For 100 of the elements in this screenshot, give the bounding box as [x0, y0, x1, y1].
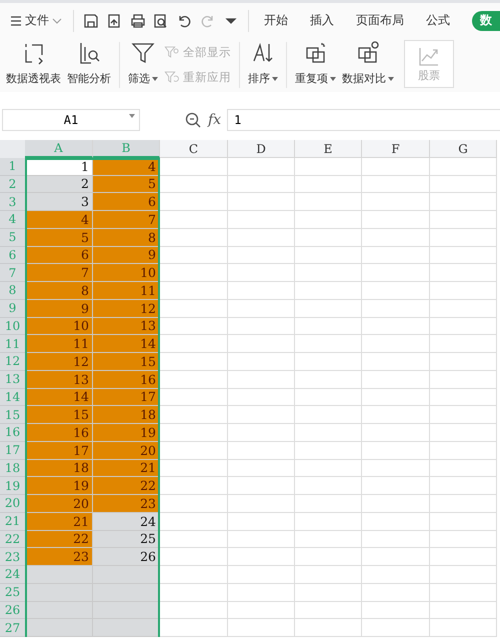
empty-cell[interactable]	[430, 370, 497, 388]
empty-cell[interactable]	[362, 442, 430, 460]
empty-cell[interactable]	[295, 512, 362, 530]
empty-cell[interactable]	[362, 584, 430, 602]
empty-cell[interactable]	[295, 193, 362, 211]
empty-cell[interactable]	[228, 388, 295, 406]
empty-cell[interactable]	[228, 530, 295, 548]
table-cell[interactable]: 21	[93, 460, 160, 478]
empty-cell[interactable]	[362, 193, 430, 211]
empty-cell[interactable]	[430, 264, 497, 282]
empty-cell[interactable]	[295, 211, 362, 229]
empty-cell[interactable]	[430, 318, 497, 336]
empty-cell[interactable]	[295, 370, 362, 388]
table-cell[interactable]: 23	[93, 495, 160, 513]
empty-cell[interactable]	[430, 193, 497, 211]
empty-cell[interactable]	[362, 566, 430, 584]
empty-cell[interactable]	[295, 477, 362, 495]
table-cell[interactable]: 12	[93, 300, 160, 318]
table-cell[interactable]: 13	[25, 370, 93, 388]
empty-cell[interactable]	[295, 406, 362, 424]
table-cell[interactable]: 11	[93, 282, 160, 300]
empty-cell[interactable]	[228, 282, 295, 300]
table-cell[interactable]: 16	[25, 424, 93, 442]
empty-cell[interactable]	[295, 424, 362, 442]
table-cell[interactable]: 17	[25, 442, 93, 460]
table-cell[interactable]: 23	[25, 548, 93, 566]
table-cell[interactable]: 8	[93, 228, 160, 246]
empty-cell[interactable]	[430, 406, 497, 424]
table-cell[interactable]: 22	[93, 477, 160, 495]
zoom-out-icon[interactable]	[184, 111, 202, 129]
empty-cell[interactable]	[362, 282, 430, 300]
table-cell[interactable]: 17	[93, 388, 160, 406]
empty-cell[interactable]	[430, 176, 497, 194]
empty-cell[interactable]	[228, 246, 295, 264]
empty-cell[interactable]	[228, 619, 295, 637]
empty-cell[interactable]	[295, 388, 362, 406]
empty-cell[interactable]	[295, 300, 362, 318]
empty-cell[interactable]	[295, 460, 362, 478]
table-cell[interactable]: 12	[25, 353, 93, 371]
ribbon-tab[interactable]: 公式	[426, 10, 450, 30]
table-cell[interactable]: 6	[25, 246, 93, 264]
empty-cell[interactable]	[430, 388, 497, 406]
ribbon-tab[interactable]: 开始	[264, 10, 288, 30]
empty-cell[interactable]	[430, 228, 497, 246]
empty-cell[interactable]	[295, 353, 362, 371]
empty-cell[interactable]	[430, 300, 497, 318]
empty-cell[interactable]	[295, 176, 362, 194]
empty-cell[interactable]	[430, 424, 497, 442]
empty-cell[interactable]	[430, 530, 497, 548]
table-cell[interactable]: 5	[93, 176, 160, 194]
empty-cell[interactable]	[430, 335, 497, 353]
empty-cell[interactable]	[430, 548, 497, 566]
column-header[interactable]: E	[295, 140, 362, 158]
table-cell[interactable]: 4	[25, 211, 93, 229]
table-cell[interactable]: 18	[25, 460, 93, 478]
ribbon-button[interactable]: 筛选	[126, 38, 160, 92]
table-cell[interactable]: 24	[93, 512, 160, 530]
empty-cell[interactable]	[362, 424, 430, 442]
table-cell[interactable]: 7	[25, 264, 93, 282]
column-header[interactable]: G	[430, 140, 497, 158]
empty-cell[interactable]	[295, 282, 362, 300]
function-button[interactable]: fx	[208, 112, 222, 128]
table-cell[interactable]: 15	[93, 353, 160, 371]
table-cell[interactable]: 7	[93, 211, 160, 229]
table-cell[interactable]: 13	[93, 318, 160, 336]
column-header[interactable]: F	[362, 140, 430, 158]
empty-cell[interactable]	[295, 228, 362, 246]
table-cell[interactable]: 16	[93, 370, 160, 388]
table-cell[interactable]: 14	[93, 335, 160, 353]
table-cell[interactable]: 18	[93, 406, 160, 424]
empty-cell[interactable]	[295, 158, 362, 176]
empty-cell[interactable]	[295, 602, 362, 620]
empty-cell[interactable]	[295, 619, 362, 637]
empty-cell[interactable]	[228, 193, 295, 211]
empty-cell[interactable]	[295, 246, 362, 264]
empty-cell[interactable]	[295, 548, 362, 566]
table-cell[interactable]: 20	[25, 495, 93, 513]
ribbon-tab[interactable]: 插入	[310, 10, 334, 30]
table-cell[interactable]: 19	[25, 477, 93, 495]
table-cell[interactable]: 21	[25, 512, 93, 530]
empty-cell[interactable]	[228, 584, 295, 602]
empty-cell[interactable]	[362, 176, 430, 194]
empty-cell[interactable]	[430, 477, 497, 495]
empty-cell[interactable]	[228, 548, 295, 566]
empty-cell[interactable]	[228, 495, 295, 513]
empty-cell[interactable]	[430, 495, 497, 513]
table-cell[interactable]: 20	[93, 442, 160, 460]
empty-cell[interactable]	[362, 228, 430, 246]
empty-cell[interactable]	[430, 602, 497, 620]
table-cell[interactable]: 9	[93, 246, 160, 264]
ribbon-tab[interactable]: 页面布局	[356, 10, 404, 30]
table-cell[interactable]	[93, 584, 160, 602]
empty-cell[interactable]	[228, 211, 295, 229]
file-menu[interactable]: 文件	[6, 8, 66, 32]
table-cell[interactable]	[93, 619, 160, 637]
empty-cell[interactable]	[362, 602, 430, 620]
empty-cell[interactable]	[430, 442, 497, 460]
table-cell[interactable]: 14	[25, 388, 93, 406]
empty-cell[interactable]	[362, 158, 430, 176]
table-cell[interactable]: 10	[93, 264, 160, 282]
